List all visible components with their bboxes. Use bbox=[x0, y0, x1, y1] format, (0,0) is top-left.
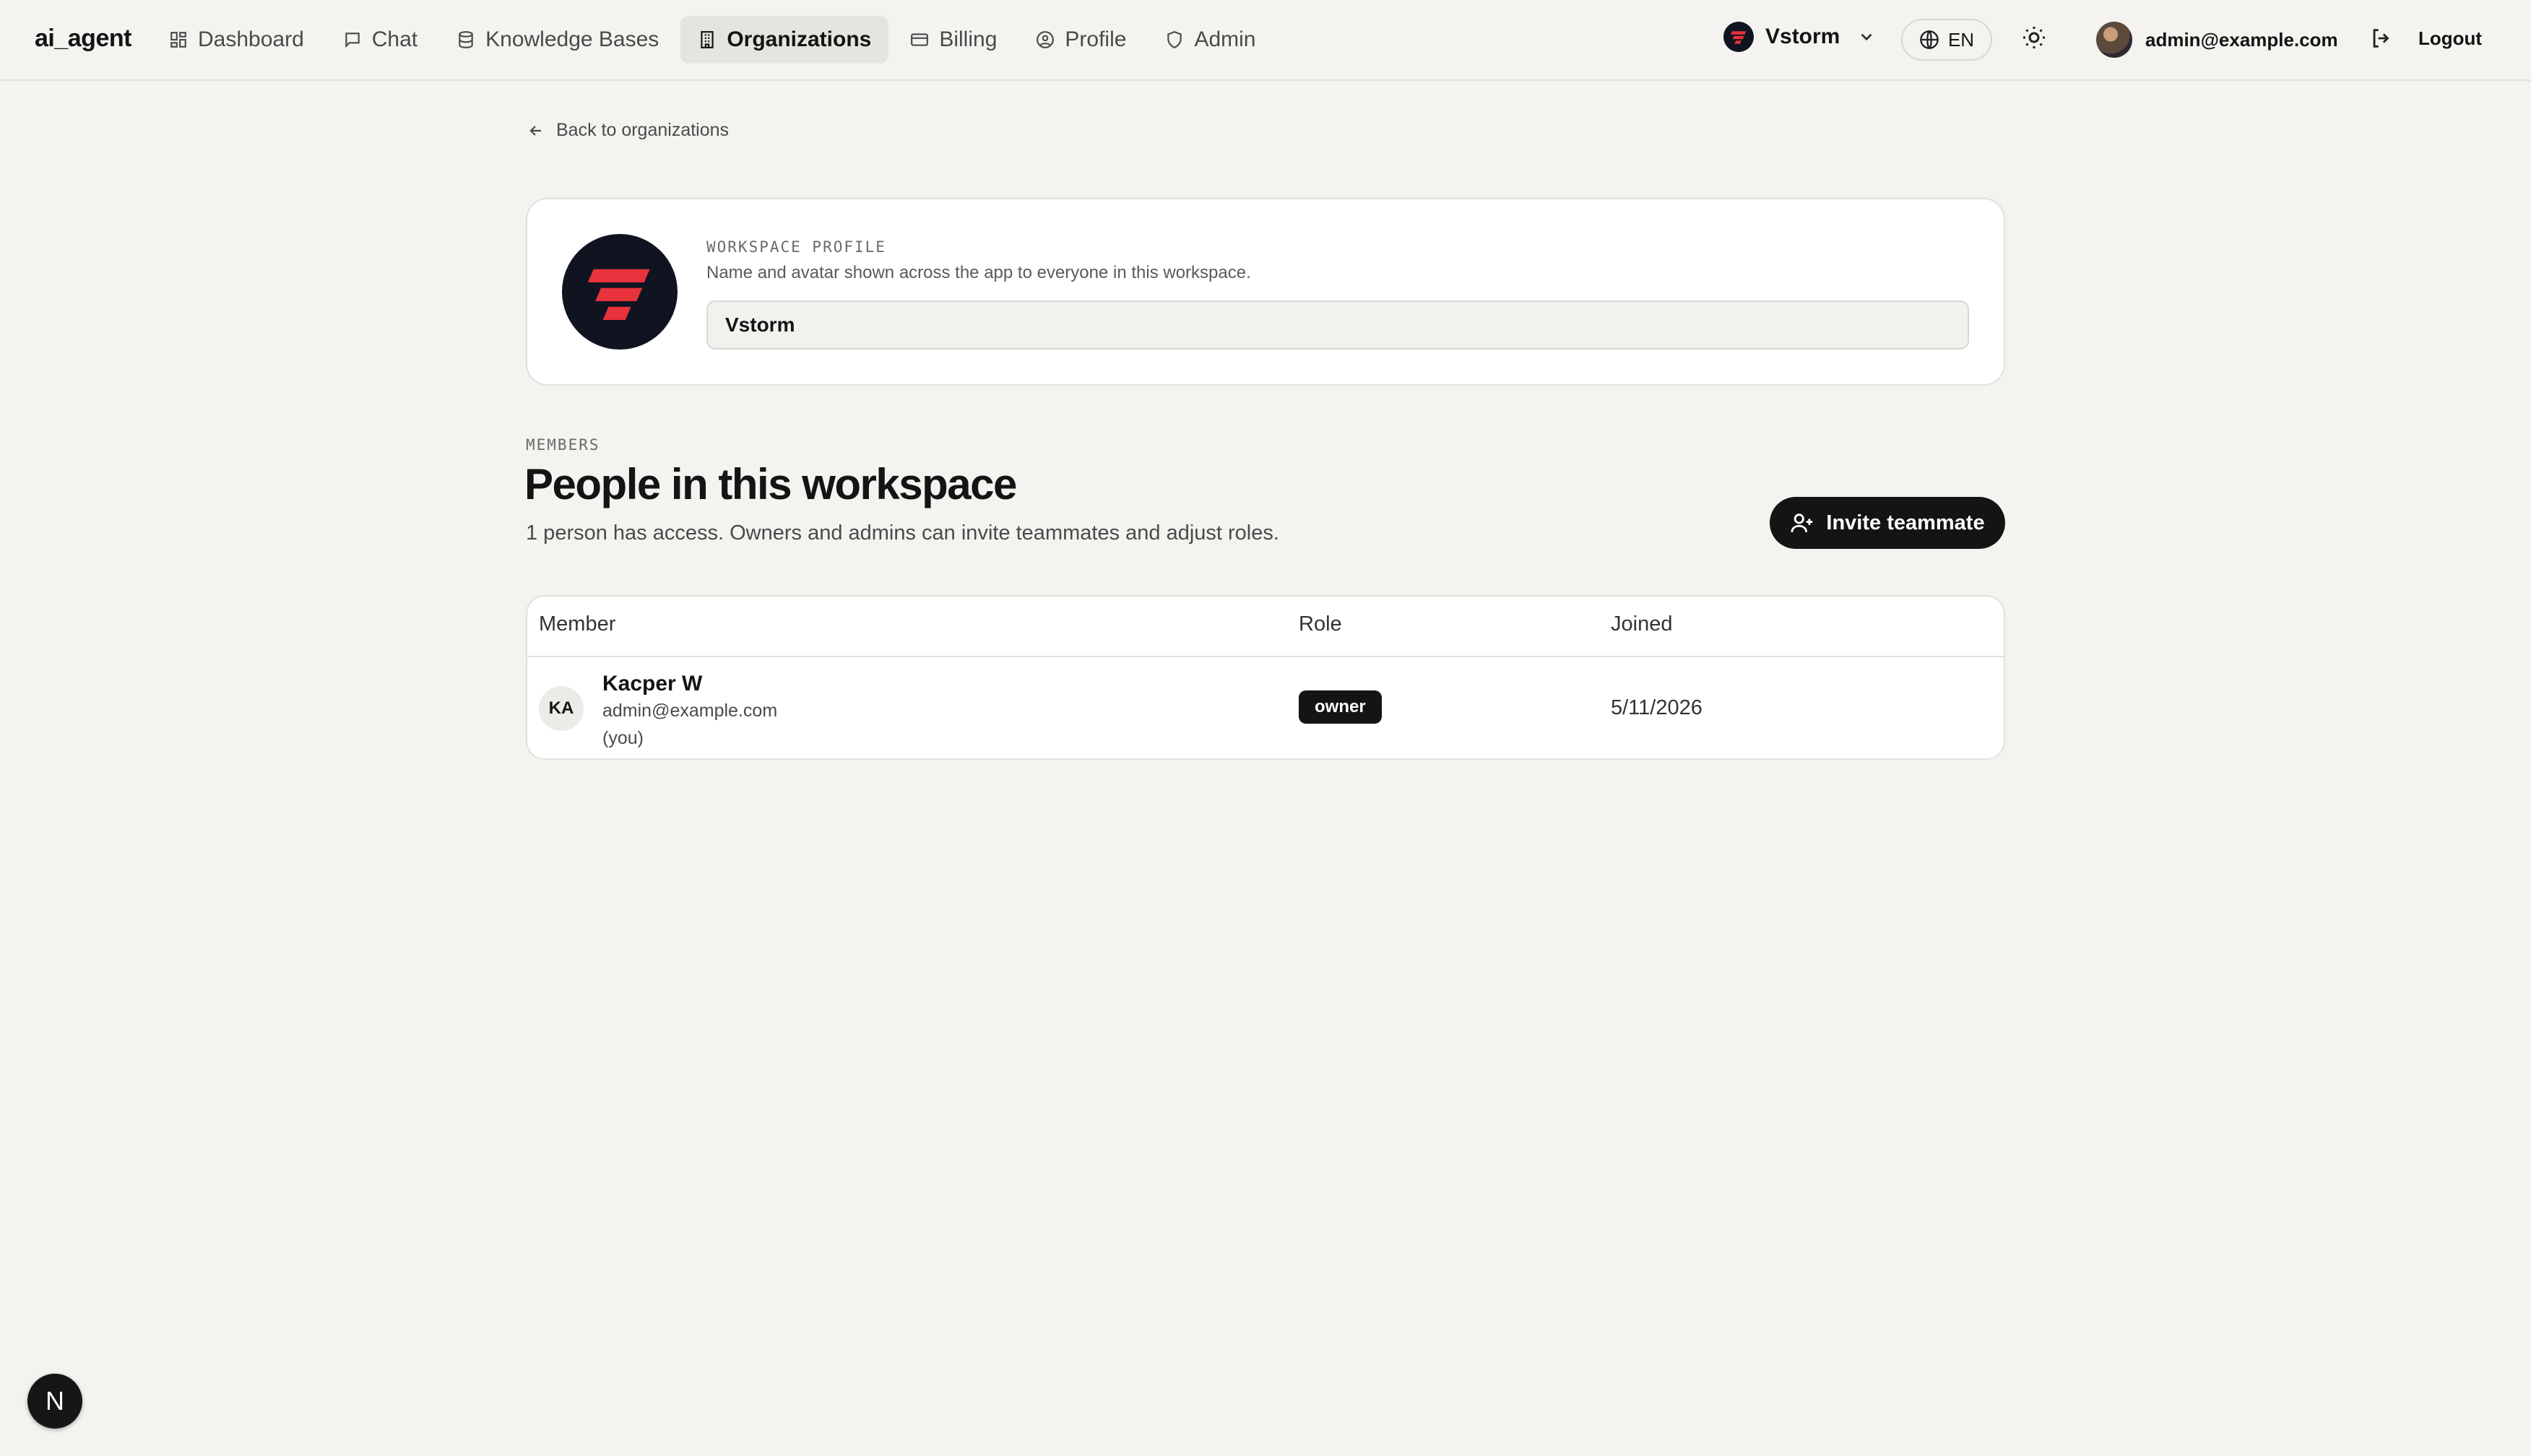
members-subtitle: 1 person has access. Owners and admins c… bbox=[526, 521, 1279, 545]
invite-button-label: Invite teammate bbox=[1826, 511, 1985, 534]
user-plus-icon bbox=[1791, 514, 1813, 532]
section-description: Name and avatar shown across the app to … bbox=[706, 263, 1251, 282]
workspace-profile-card: WORKSPACE PROFILE Name and avatar shown … bbox=[526, 198, 2005, 386]
credit-card-icon bbox=[911, 33, 929, 46]
vstorm-logo-icon bbox=[587, 269, 650, 320]
org-logo-icon bbox=[1723, 22, 1754, 52]
nav-item-billing[interactable]: Billing bbox=[893, 16, 1014, 64]
building-icon bbox=[701, 31, 714, 48]
user-menu[interactable]: admin@example.com bbox=[2096, 22, 2338, 58]
main-nav: Dashboard Chat Knowledge Bases Organizat… bbox=[152, 16, 1273, 64]
nav-item-label: Organizations bbox=[727, 27, 872, 51]
organization-detail-page: ai_agent Dashboard Chat Knowledge Bases … bbox=[0, 0, 2531, 1456]
dashboard-icon bbox=[170, 32, 186, 48]
language-selector[interactable]: EN bbox=[1901, 19, 1992, 61]
invite-teammate-button[interactable]: Invite teammate bbox=[1770, 497, 2005, 549]
joined-date: 5/11/2026 bbox=[1611, 696, 1703, 719]
nav-item-profile[interactable]: Profile bbox=[1018, 16, 1143, 64]
column-header-joined: Joined bbox=[1611, 612, 1673, 636]
column-header-role: Role bbox=[1299, 612, 1342, 636]
user-circle-icon bbox=[1037, 31, 1055, 48]
section-overline: WORKSPACE PROFILE bbox=[706, 238, 886, 256]
org-avatar[interactable] bbox=[562, 234, 678, 350]
column-header-member: Member bbox=[539, 612, 616, 636]
page-title: People in this workspace bbox=[524, 460, 1017, 508]
nav-item-label: Chat bbox=[371, 27, 418, 51]
logout-button[interactable]: Logout bbox=[2369, 26, 2482, 51]
back-link-label: Back to organizations bbox=[556, 120, 730, 140]
top-navigation-bar: ai_agent Dashboard Chat Knowledge Bases … bbox=[0, 0, 2531, 81]
floating-n-button[interactable]: N bbox=[27, 1374, 82, 1429]
nav-item-admin[interactable]: Admin bbox=[1148, 16, 1273, 64]
logout-icon bbox=[2373, 29, 2389, 48]
nav-item-label: Admin bbox=[1194, 27, 1256, 51]
nav-item-knowledge-bases[interactable]: Knowledge Bases bbox=[439, 16, 676, 64]
sun-icon bbox=[2023, 27, 2045, 48]
language-label: EN bbox=[1947, 28, 1975, 51]
nav-item-label: Dashboard bbox=[198, 27, 304, 51]
floating-n-label: N bbox=[46, 1386, 64, 1416]
org-switcher-label: Vstorm bbox=[1765, 25, 1840, 48]
member-email: admin@example.com bbox=[602, 701, 778, 721]
logout-label: Logout bbox=[2418, 27, 2483, 49]
nav-item-label: Profile bbox=[1065, 27, 1127, 51]
arrow-left-icon bbox=[529, 125, 541, 136]
theme-toggle[interactable] bbox=[2021, 25, 2051, 55]
workspace-name-input[interactable] bbox=[706, 300, 1969, 350]
nav-item-organizations[interactable]: Organizations bbox=[680, 16, 889, 64]
member-initials-avatar: KA bbox=[539, 686, 584, 731]
nav-item-label: Knowledge Bases bbox=[485, 27, 659, 51]
database-icon bbox=[459, 31, 473, 48]
organization-switcher[interactable]: Vstorm bbox=[1723, 22, 1876, 52]
back-to-organizations-link[interactable]: Back to organizations bbox=[527, 120, 729, 141]
nav-item-dashboard[interactable]: Dashboard bbox=[152, 16, 321, 64]
avatar bbox=[2096, 22, 2132, 58]
user-email: admin@example.com bbox=[2145, 28, 2338, 51]
app-brand[interactable]: ai_agent bbox=[35, 25, 131, 53]
member-you-note: (you) bbox=[602, 728, 644, 748]
member-name: Kacper W bbox=[602, 672, 703, 696]
shield-icon bbox=[1167, 31, 1182, 49]
table-header: Member Role Joined bbox=[527, 597, 2004, 657]
chat-icon bbox=[345, 32, 360, 48]
nav-item-label: Billing bbox=[939, 27, 998, 51]
role-badge: owner bbox=[1299, 690, 1382, 724]
chevron-down-icon bbox=[1861, 33, 1872, 41]
members-overline: MEMBERS bbox=[526, 436, 600, 454]
members-table: Member Role Joined KA Kacper W admin@exa… bbox=[526, 595, 2005, 760]
table-row[interactable]: KA Kacper W admin@example.com (you) owne… bbox=[527, 657, 2004, 758]
globe-icon bbox=[1920, 30, 1939, 49]
nav-item-chat[interactable]: Chat bbox=[326, 16, 435, 64]
